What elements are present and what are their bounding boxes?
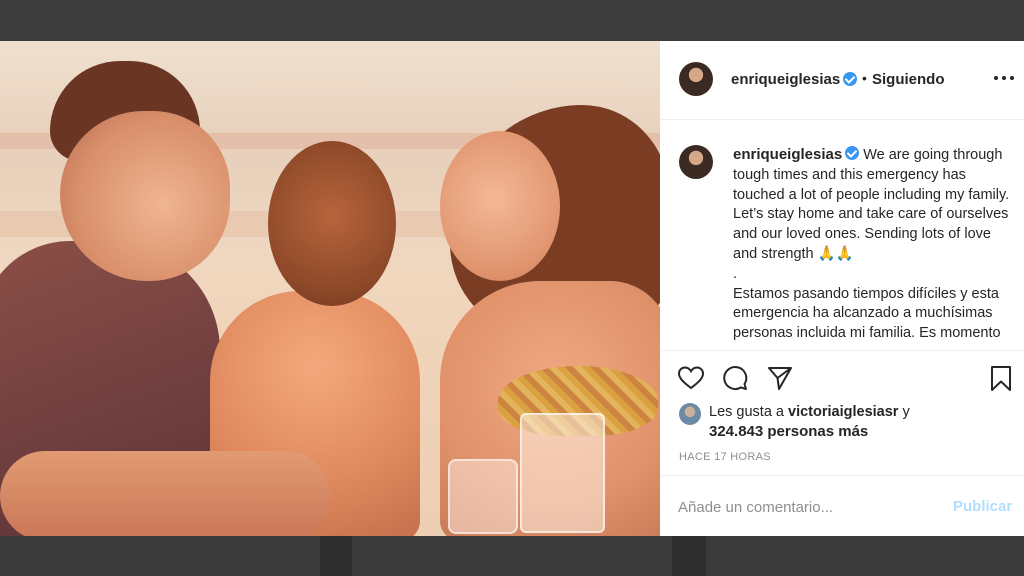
avatar[interactable] <box>679 145 713 179</box>
liker-avatar[interactable] <box>679 403 701 425</box>
background-post-tile <box>352 536 672 576</box>
bookmark-icon[interactable] <box>987 364 1015 392</box>
avatar[interactable] <box>679 62 713 96</box>
comment-box: Publicar <box>660 475 1024 536</box>
post-timestamp[interactable]: HACE 17 HORAS <box>679 451 771 463</box>
praying-hands-emoji: 🙏🙏 <box>817 245 854 262</box>
verified-badge-icon <box>843 72 857 86</box>
header-username[interactable]: enriqueiglesias <box>731 71 840 88</box>
caption-english: We are going through tough times and thi… <box>733 147 1010 262</box>
photo-man-head <box>60 111 230 281</box>
background-post-tile <box>0 536 320 576</box>
comment-icon[interactable] <box>721 364 749 392</box>
caption-dot: . <box>733 265 738 282</box>
photo-woman-face <box>440 131 560 281</box>
likes-summary: Les gusta a victoriaiglesiasr y 324.843 … <box>679 402 1019 442</box>
likes-prefix: Les gusta a <box>709 404 784 420</box>
post-side-panel: enriqueiglesias • Siguiendo enriqueigles… <box>660 41 1024 536</box>
caption-text: enriqueiglesias We are going through toug… <box>733 145 1013 344</box>
photo-man-arm <box>0 451 330 536</box>
post-photo[interactable] <box>0 41 660 536</box>
post-header: enriqueiglesias • Siguiendo <box>660 41 1024 120</box>
send-icon[interactable] <box>766 364 794 392</box>
liker-username[interactable]: victoriaiglesiasr <box>788 404 898 420</box>
photo-glass <box>520 413 605 533</box>
heart-icon[interactable] <box>677 364 705 392</box>
following-button[interactable]: Siguiendo <box>872 71 945 88</box>
backdrop-bottom-strip <box>0 536 1024 576</box>
comment-input[interactable] <box>678 496 928 518</box>
likes-line: Les gusta a victoriaiglesiasr y <box>709 404 910 420</box>
likes-connector: y <box>902 404 910 420</box>
more-options-icon[interactable] <box>992 67 1016 87</box>
backdrop-top-bar <box>0 0 1024 41</box>
post-caption: enriqueiglesias We are going through toug… <box>660 121 1024 351</box>
publish-button[interactable]: Publicar <box>953 498 1012 515</box>
header-separator: • <box>862 70 867 86</box>
photo-child-head <box>268 141 396 306</box>
photo-glass <box>448 459 518 534</box>
post-actions <box>660 357 1024 397</box>
likes-count[interactable]: 324.843 personas más <box>709 423 868 440</box>
background-post-tile <box>706 536 1024 576</box>
caption-spanish: Estamos pasando tiempos difíciles y esta… <box>733 285 1001 342</box>
verified-badge-icon <box>845 146 860 160</box>
caption-username[interactable]: enriqueiglesias <box>733 146 842 163</box>
